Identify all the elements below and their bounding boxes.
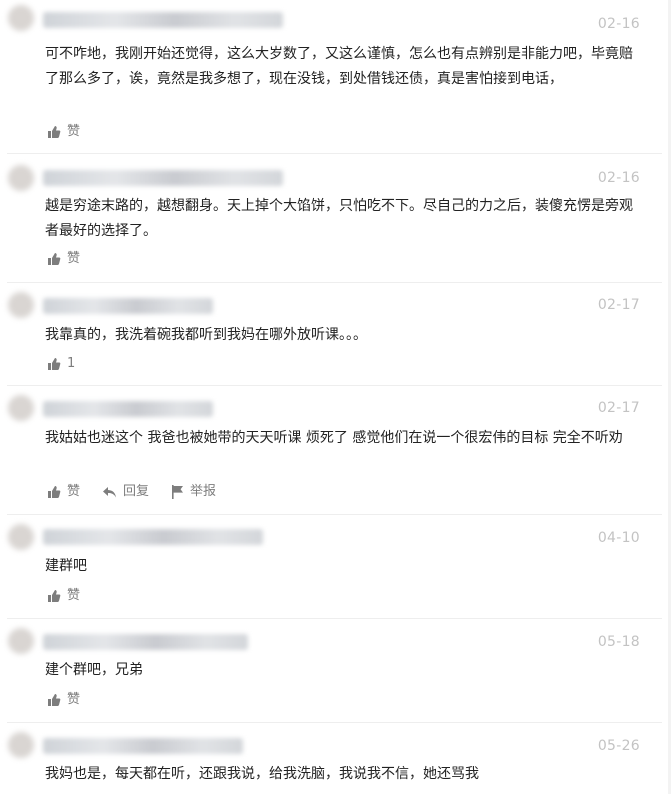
avatar[interactable]	[8, 395, 34, 421]
thumbs-up-icon	[48, 694, 61, 706]
comment-header: 02-16	[7, 0, 662, 34]
thumbs-up-icon	[48, 253, 61, 265]
comment-text: 我姑姑也迷这个 我爸也被她带的天天听课 烦死了 感觉他们在说一个很宏伟的目标 完…	[45, 430, 623, 446]
comment-header: 04-10	[7, 514, 662, 550]
comment-text: 我靠真的，我洗着碗我都听到我妈在哪外放听课。。。	[45, 327, 367, 343]
like-button[interactable]: 赞	[47, 691, 80, 709]
comment-header: 02-16	[7, 153, 662, 191]
comment-actions: 赞	[47, 123, 102, 141]
avatar[interactable]	[8, 628, 34, 654]
comment-item: 02-17 我靠真的，我洗着碗我都听到我妈在哪外放听课。。。 1	[7, 282, 662, 386]
report-button[interactable]: 举报	[171, 483, 216, 501]
like-count: 1	[67, 356, 76, 371]
comment-item: 02-16 可不咋地，我刚开始还觉得，这么大岁数了，又这么谨慎，怎么也有点辨别是…	[7, 0, 662, 154]
username[interactable]	[43, 298, 213, 314]
comment-date: 05-26	[597, 738, 640, 754]
comment-text: 可不咋地，我刚开始还觉得，这么大岁数了，又这么谨慎，怎么也有点辨别是非能力吧，毕…	[45, 46, 633, 87]
like-button[interactable]: 赞	[47, 483, 80, 501]
like-label: 赞	[67, 692, 81, 707]
comment-date: 02-16	[597, 170, 640, 186]
comment-header: 02-17	[7, 385, 662, 421]
like-label: 赞	[67, 484, 81, 499]
comment-text: 建群吧	[45, 558, 87, 574]
reply-arrow-icon	[103, 486, 117, 497]
username[interactable]	[43, 170, 283, 186]
comment-item: 05-26 我妈也是，每天都在听，还跟我说，给我洗脑，我说我不信，她还骂我	[7, 722, 662, 794]
comment-actions: 1	[47, 355, 97, 373]
comment-text: 我妈也是，每天都在听，还跟我说，给我洗脑，我说我不信，她还骂我	[45, 766, 479, 782]
comment-header: 05-26	[7, 722, 662, 758]
flag-icon	[172, 485, 184, 499]
like-label: 赞	[67, 588, 81, 603]
comment-text: 建个群吧，兄弟	[45, 662, 143, 678]
comment-actions: 赞	[47, 587, 102, 605]
comments-panel: 02-16 可不咋地，我刚开始还觉得，这么大岁数了，又这么谨慎，怎么也有点辨别是…	[0, 0, 669, 794]
avatar[interactable]	[8, 5, 34, 31]
comment-item: 02-17 我姑姑也迷这个 我爸也被她带的天天听课 烦死了 感觉他们在说一个很宏…	[7, 385, 662, 515]
like-label: 赞	[67, 251, 81, 266]
username[interactable]	[43, 401, 213, 417]
username[interactable]	[43, 529, 263, 545]
avatar[interactable]	[8, 292, 34, 318]
username[interactable]	[43, 12, 283, 28]
comment-actions: 赞 回复 举报	[47, 483, 238, 501]
avatar[interactable]	[8, 524, 34, 550]
like-button[interactable]: 1	[47, 355, 75, 373]
thumbs-up-icon	[48, 358, 61, 370]
like-label: 赞	[67, 124, 81, 139]
thumbs-up-icon	[48, 486, 61, 498]
comment-actions: 赞	[47, 691, 102, 709]
comment-date: 02-17	[597, 297, 640, 313]
thumbs-up-icon	[48, 126, 61, 138]
comment-item: 04-10 建群吧 赞	[7, 514, 662, 619]
comment-item: 02-16 越是穷途末路的，越想翻身。天上掉个大馅饼，只怕吃不下。尽自己的力之后…	[7, 153, 662, 283]
comment-date: 05-18	[597, 634, 640, 650]
comment-actions: 赞	[47, 250, 102, 268]
comment-header: 05-18	[7, 618, 662, 654]
comment-date: 04-10	[597, 530, 640, 546]
report-label: 举报	[190, 484, 217, 499]
like-button[interactable]: 赞	[47, 250, 80, 268]
username[interactable]	[43, 634, 248, 650]
comment-item: 05-18 建个群吧，兄弟 赞	[7, 618, 662, 723]
avatar[interactable]	[8, 165, 34, 191]
comment-header: 02-17	[7, 282, 662, 318]
comment-date: 02-17	[597, 400, 640, 416]
avatar[interactable]	[8, 732, 34, 758]
thumbs-up-icon	[48, 590, 61, 602]
reply-button[interactable]: 回复	[102, 483, 149, 501]
comment-text: 越是穷途末路的，越想翻身。天上掉个大馅饼，只怕吃不下。尽自己的力之后，装傻充愣是…	[45, 198, 633, 239]
comment-date: 02-16	[597, 16, 640, 32]
reply-label: 回复	[123, 484, 150, 499]
like-button[interactable]: 赞	[47, 587, 80, 605]
username[interactable]	[43, 738, 243, 754]
like-button[interactable]: 赞	[47, 123, 80, 141]
